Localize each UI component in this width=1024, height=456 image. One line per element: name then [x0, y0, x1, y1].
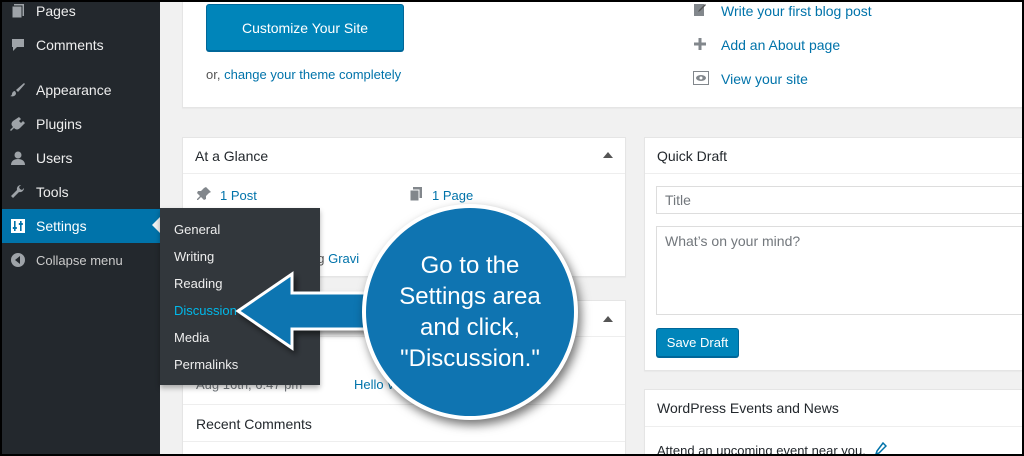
callout-bubble: Go to the Settings area and click, "Disc… — [362, 204, 578, 420]
callout-text: Go to the Settings area and click, "Disc… — [399, 252, 541, 372]
arrow-pointer-shape — [235, 271, 382, 351]
